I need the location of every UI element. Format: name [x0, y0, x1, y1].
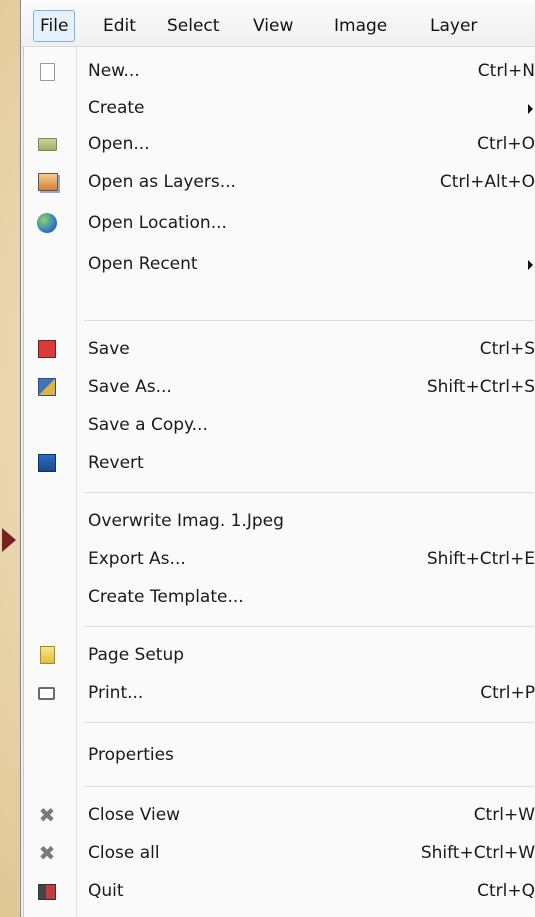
menu-item-shortcut: Ctrl+N: [477, 61, 535, 81]
pointer-arrow-icon: [2, 528, 16, 552]
menu-item-revert[interactable]: Revert: [24, 445, 535, 481]
menu-item-create-template[interactable]: Create Template...: [24, 579, 535, 615]
menu-item-label: Properties: [88, 745, 174, 765]
menu-item-label: Overwrite Imag. 1.Jpeg: [88, 511, 284, 531]
menu-separator: [84, 786, 534, 787]
globe-icon: [37, 213, 57, 233]
menu-item-label: Export As...: [88, 549, 186, 569]
menu-item-shortcut: Ctrl+W: [473, 805, 535, 825]
menu-item-new[interactable]: New... Ctrl+N: [24, 53, 535, 89]
menu-separator: [84, 492, 534, 493]
menu-item-save[interactable]: Save Ctrl+S: [24, 331, 535, 367]
save-icon: [38, 340, 56, 358]
menu-separator: [84, 722, 534, 723]
menu-item-create[interactable]: Create: [24, 90, 535, 126]
menu-item-properties[interactable]: Properties: [24, 737, 535, 773]
menu-item-open-recent[interactable]: Open Recent: [24, 246, 535, 282]
menu-edit[interactable]: Edit: [97, 12, 142, 40]
menu-item-close-all[interactable]: ✖ Close all Shift+Ctrl+W: [24, 835, 535, 871]
menu-item-label: Save a Copy...: [88, 415, 208, 435]
submenu-arrow-icon: [528, 260, 533, 270]
menu-item-label: Create Template...: [88, 587, 244, 607]
menu-item-label: Open Location...: [88, 213, 227, 233]
app-window: File Edit Select View Image Layer New...…: [20, 0, 535, 917]
menubar: File Edit Select View Image Layer: [21, 0, 535, 47]
submenu-arrow-icon: [528, 104, 533, 114]
menu-file[interactable]: File: [33, 10, 76, 42]
new-document-icon: [40, 63, 55, 81]
quit-icon: [38, 884, 56, 900]
menu-item-shortcut: Ctrl+P: [480, 683, 535, 703]
menu-item-open[interactable]: Open... Ctrl+O: [24, 126, 535, 162]
menu-layer[interactable]: Layer: [424, 12, 483, 40]
menu-item-export-as[interactable]: Export As... Shift+Ctrl+E: [24, 541, 535, 577]
folder-open-icon: [38, 138, 57, 151]
menu-item-shortcut: Ctrl+Q: [477, 881, 535, 901]
menu-image[interactable]: Image: [328, 12, 393, 40]
revert-icon: [38, 454, 56, 472]
menu-separator: [84, 320, 534, 321]
menu-item-shortcut: Ctrl+Alt+O: [439, 172, 535, 192]
save-as-icon: [38, 378, 56, 396]
menu-item-label: Create: [88, 98, 145, 118]
menu-item-shortcut: Shift+Ctrl+W: [420, 843, 535, 863]
menu-item-label: Close View: [88, 805, 181, 825]
menu-item-label: New...: [88, 61, 140, 81]
menu-item-label: Open Recent: [88, 254, 198, 274]
menu-item-shortcut: Ctrl+O: [477, 134, 535, 154]
page-setup-icon: [40, 646, 55, 664]
menu-select[interactable]: Select: [161, 12, 225, 40]
menu-item-quit[interactable]: Quit Ctrl+Q: [24, 873, 535, 909]
menu-item-print[interactable]: Print... Ctrl+P: [24, 675, 535, 711]
menu-separator: [84, 626, 534, 627]
menu-item-label: Save As...: [88, 377, 172, 397]
printer-icon: [38, 687, 55, 700]
menu-item-label: Save: [88, 339, 130, 359]
menu-item-label: Close all: [88, 843, 160, 863]
menu-item-close-view[interactable]: ✖ Close View Ctrl+W: [24, 797, 535, 833]
menu-item-save-as[interactable]: Save As... Shift+Ctrl+S: [24, 369, 535, 405]
close-icon: ✖: [38, 803, 56, 827]
menu-item-shortcut: Shift+Ctrl+E: [426, 549, 535, 569]
menu-item-label: Page Setup: [88, 645, 185, 665]
open-layers-icon: [38, 173, 58, 191]
file-dropdown-menu: New... Ctrl+N Create Open... Ctrl+O Open…: [23, 47, 535, 917]
menu-item-overwrite[interactable]: Overwrite Imag. 1.Jpeg: [24, 503, 535, 539]
menu-item-page-setup[interactable]: Page Setup: [24, 637, 535, 673]
menu-item-open-location[interactable]: Open Location...: [24, 205, 535, 241]
menu-item-label: Open as Layers...: [88, 172, 236, 192]
menu-view[interactable]: View: [247, 12, 299, 40]
menu-item-label: Quit: [88, 881, 124, 901]
menu-item-shortcut: Shift+Ctrl+S: [426, 377, 535, 397]
menu-item-save-a-copy[interactable]: Save a Copy...: [24, 407, 535, 443]
close-icon: ✖: [38, 841, 56, 865]
menu-item-label: Open...: [88, 134, 150, 154]
menu-item-shortcut: Ctrl+S: [479, 339, 535, 359]
menu-item-open-as-layers[interactable]: Open as Layers... Ctrl+Alt+O: [24, 164, 535, 200]
menu-item-label: Print...: [88, 683, 144, 703]
menu-item-label: Revert: [88, 453, 144, 473]
